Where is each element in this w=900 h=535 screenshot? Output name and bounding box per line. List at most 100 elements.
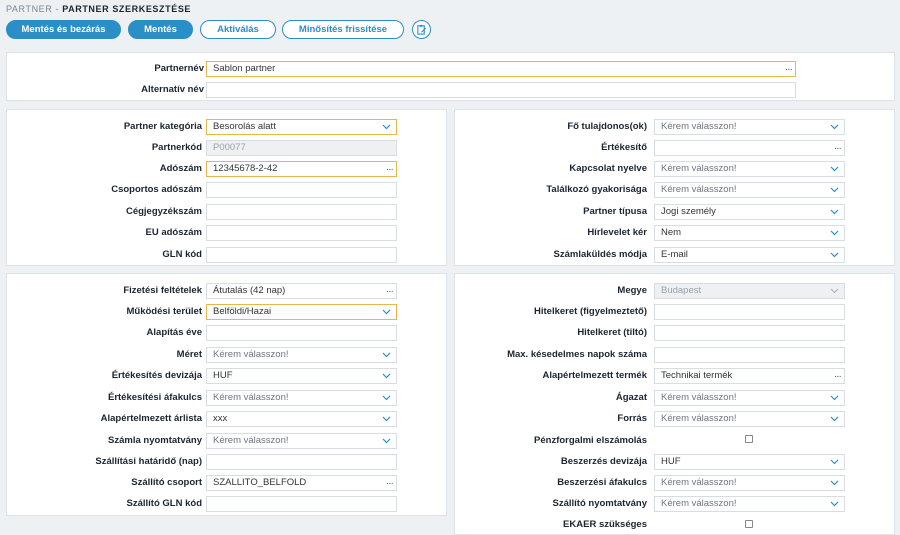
source-label: Forrás [617, 413, 647, 424]
finance-panel: Fizetési feltételek Átutalás (42 nap)...… [6, 273, 447, 516]
chevron-down-icon [830, 166, 839, 172]
ekaer-label: EKAER szükséges [563, 519, 647, 530]
newsletter-label: Hírlevelet kér [587, 227, 647, 238]
purchase-vat-select[interactable]: Kérem válasszon! [654, 475, 845, 491]
partner-type-label: Partner típusa [583, 206, 647, 217]
chevron-down-icon [382, 352, 391, 358]
alt-name-input[interactable] [206, 82, 796, 98]
relationship-panel: Fő tulajdonos(ok) Kérem válasszon! Érték… [454, 109, 895, 266]
chevron-down-icon [830, 187, 839, 193]
sales-currency-select[interactable]: HUF [206, 368, 397, 384]
supplier-group-input[interactable]: SZALLITO_BELFOLD... [206, 475, 397, 491]
meeting-frequency-select[interactable]: Kérem válasszon! [654, 182, 845, 198]
tax-number-input[interactable]: 12345678-2-42... [206, 161, 397, 177]
eu-tax-input[interactable] [206, 225, 397, 241]
delivery-deadline-input[interactable] [206, 454, 397, 470]
operating-area-select[interactable]: Belföldi/Hazai [206, 304, 397, 320]
more-dots-icon[interactable]: ... [785, 62, 792, 75]
credit-limit-block-label: Hitelkeret (tiltó) [577, 327, 647, 338]
eu-tax-label: EU adószám [145, 227, 203, 238]
newsletter-select[interactable]: Nem [654, 225, 845, 241]
chevron-down-icon [830, 459, 839, 465]
chevron-down-icon [830, 480, 839, 486]
invoice-delivery-select[interactable]: E-mail [654, 247, 845, 263]
cash-accounting-checkbox[interactable] [745, 435, 753, 443]
founded-year-input[interactable] [206, 325, 397, 341]
breadcrumb-parent[interactable]: PARTNER - [6, 4, 59, 14]
max-delay-days-input[interactable] [654, 347, 845, 363]
max-delay-days-label: Max. késedelmes napok száma [507, 349, 647, 360]
invoice-print-select[interactable]: Kérem válasszon! [206, 433, 397, 449]
sector-label: Ágazat [615, 392, 647, 403]
activate-button[interactable]: Aktiválás [200, 20, 276, 39]
more-dots-icon[interactable]: ... [834, 141, 841, 154]
credit-limit-warning-input[interactable] [654, 304, 845, 320]
owner-label: Fő tulajdonos(ok) [567, 121, 647, 132]
payment-terms-input[interactable]: Átutalás (42 nap)... [206, 283, 397, 299]
default-product-input[interactable]: Technikai termék... [654, 368, 845, 384]
purchase-currency-label: Beszerzés devizája [560, 456, 647, 467]
delivery-deadline-label: Szállítási határidő (nap) [95, 456, 202, 467]
partner-code-label: Partnerkód [151, 142, 202, 153]
sector-select[interactable]: Kérem válasszon! [654, 390, 845, 406]
partner-category-select[interactable]: Besorolás alatt [206, 119, 397, 135]
size-label: Méret [176, 349, 202, 360]
ekaer-checkbox[interactable] [745, 520, 753, 528]
chevron-down-icon [830, 252, 839, 258]
save-button[interactable]: Mentés [128, 20, 193, 39]
more-dots-icon[interactable]: ... [386, 162, 393, 175]
chevron-down-icon [830, 124, 839, 130]
identity-panel: Partner kategória Besorolás alatt Partne… [6, 109, 447, 266]
operating-area-label: Működési terület [126, 306, 203, 317]
county-label: Megye [617, 285, 647, 296]
save-and-close-button[interactable]: Mentés és bezárás [6, 20, 121, 39]
more-dots-icon[interactable]: ... [386, 284, 393, 297]
clipboard-edit-button[interactable] [412, 20, 431, 39]
meeting-frequency-label: Találkozó gyakorisága [546, 184, 647, 195]
sales-vat-select[interactable]: Kérem válasszon! [206, 390, 397, 406]
chevron-down-icon [382, 124, 391, 130]
clipboard-edit-icon [417, 24, 427, 35]
source-select[interactable]: Kérem válasszon! [654, 411, 845, 427]
partner-name-input[interactable]: Sablon partner... [206, 61, 796, 77]
partner-type-select[interactable]: Jogi személy [654, 204, 845, 220]
cash-accounting-label: Pénzforgalmi elszámolás [534, 435, 647, 446]
chevron-down-icon [382, 416, 391, 422]
chevron-down-icon [830, 395, 839, 401]
gln-label: GLN kód [162, 249, 202, 260]
chevron-down-icon [830, 416, 839, 422]
supplier-gln-input[interactable] [206, 496, 397, 512]
salesperson-label: Értékesítő [601, 142, 647, 153]
founded-year-label: Alapítás éve [146, 327, 202, 338]
purchase-currency-select[interactable]: HUF [654, 454, 845, 470]
group-tax-label: Csoportos adószám [111, 184, 202, 195]
group-tax-input[interactable] [206, 182, 397, 198]
more-dots-icon[interactable]: ... [834, 369, 841, 382]
gln-input[interactable] [206, 247, 397, 263]
default-pricelist-select[interactable]: xxx [206, 411, 397, 427]
credit-limit-block-input[interactable] [654, 325, 845, 341]
chevron-down-icon [382, 438, 391, 444]
purchasing-panel: Megye Budapest Hitelkeret (figyelmeztető… [454, 273, 895, 535]
tax-number-label: Adószám [159, 163, 202, 174]
credit-limit-warning-label: Hitelkeret (figyelmeztető) [534, 306, 647, 317]
contact-language-select[interactable]: Kérem válasszon! [654, 161, 845, 177]
partner-name-label: Partnernév [154, 63, 204, 74]
owner-select[interactable]: Kérem válasszon! [654, 119, 845, 135]
chevron-down-icon [382, 309, 391, 315]
invoice-delivery-label: Számlaküldés módja [553, 249, 647, 260]
supplier-group-label: Szállító csoport [131, 477, 202, 488]
general-panel: Partnernév Sablon partner... Alternatív … [6, 52, 895, 101]
alt-name-label: Alternatív név [141, 84, 204, 95]
refresh-rating-button[interactable]: Minősítés frissítése [282, 20, 404, 39]
default-pricelist-label: Alapértelmezett árlista [100, 413, 202, 424]
supplier-gln-label: Szállító GLN kód [126, 498, 202, 509]
invoice-print-label: Számla nyomtatvány [108, 435, 202, 446]
salesperson-input[interactable]: ... [654, 140, 845, 156]
partner-code-input: P00077 [206, 140, 397, 156]
size-select[interactable]: Kérem válasszon! [206, 347, 397, 363]
company-reg-input[interactable] [206, 204, 397, 220]
sales-vat-label: Értékesítési áfakulcs [107, 392, 202, 403]
supplier-print-select[interactable]: Kérem válasszon! [654, 496, 845, 512]
more-dots-icon[interactable]: ... [386, 476, 393, 489]
